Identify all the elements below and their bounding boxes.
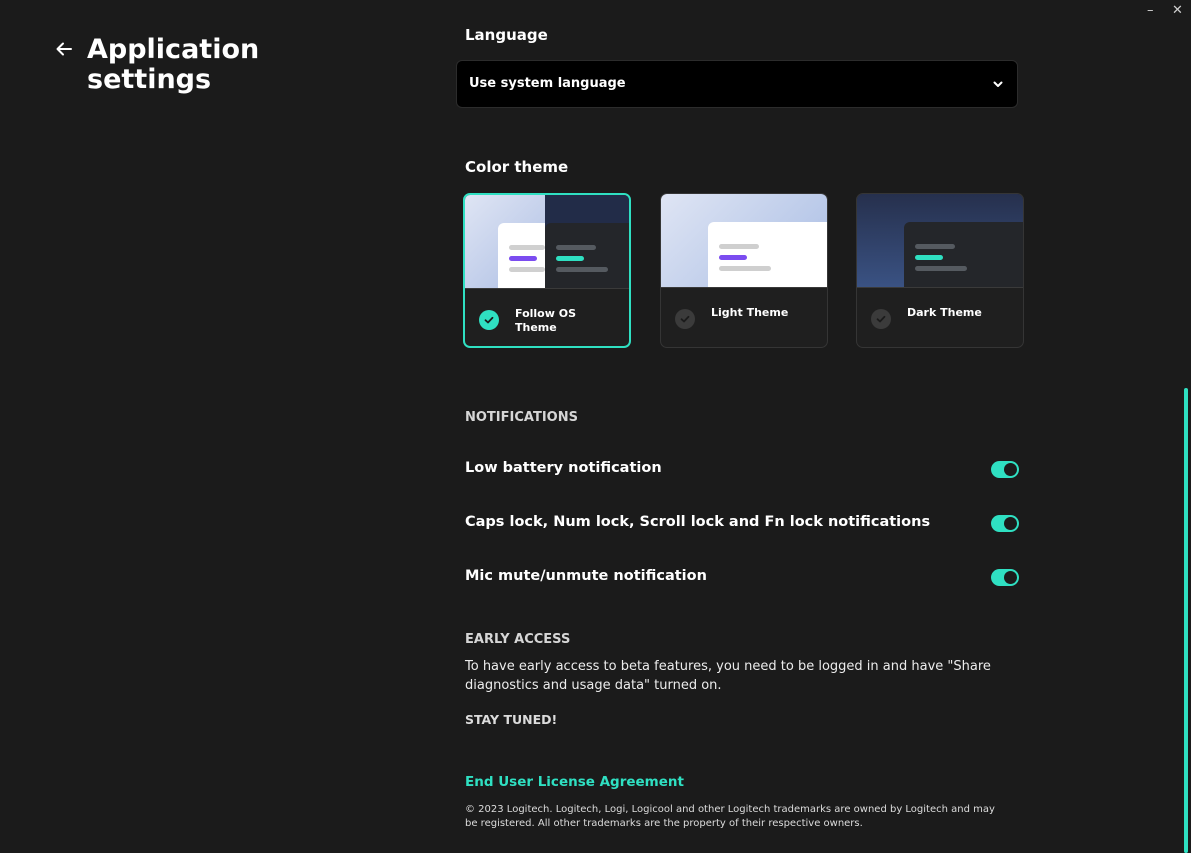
radio-dark — [871, 309, 891, 329]
language-select-value: Use system language — [469, 76, 626, 91]
language-label: Language — [465, 26, 548, 44]
copyright-text: © 2023 Logitech. Logitech, Logi, Logicoo… — [465, 804, 995, 829]
page-title: Application settings — [87, 34, 260, 95]
theme-label-dark: Dark Theme — [907, 306, 982, 319]
eula-link[interactable]: End User License Agreement — [465, 774, 684, 790]
low-battery-toggle[interactable] — [991, 461, 1019, 478]
chevron-down-icon — [993, 81, 1003, 87]
early-access-heading: EARLY ACCESS — [465, 632, 571, 647]
scrollbar[interactable] — [1184, 388, 1188, 853]
theme-card-dark[interactable]: Dark Theme — [856, 193, 1024, 348]
toggle-knob — [1004, 571, 1017, 584]
toggle-knob — [1004, 517, 1017, 530]
theme-preview-light — [661, 194, 827, 287]
back-button[interactable] — [54, 39, 74, 59]
radio-light — [675, 309, 695, 329]
theme-label-follow-os: Follow OS Theme — [515, 307, 576, 334]
theme-label-light: Light Theme — [711, 306, 789, 319]
toggle-knob — [1004, 463, 1017, 476]
language-select[interactable]: Use system language — [456, 60, 1018, 108]
theme-card-follow-os[interactable]: Follow OS Theme — [463, 193, 631, 348]
low-battery-label: Low battery notification — [465, 460, 662, 476]
theme-preview-dark — [857, 194, 1023, 287]
stay-tuned-text: STAY TUNED! — [465, 712, 558, 727]
minimize-button[interactable]: – — [1147, 4, 1154, 18]
checkmark-icon — [876, 315, 886, 323]
close-button[interactable]: ✕ — [1172, 4, 1183, 18]
color-theme-label: Color theme — [465, 158, 569, 176]
checkmark-icon — [680, 315, 690, 323]
radio-follow-os — [479, 310, 499, 330]
notifications-heading: NOTIFICATIONS — [465, 410, 578, 425]
lock-keys-toggle[interactable] — [991, 515, 1019, 532]
checkmark-icon — [484, 316, 494, 324]
theme-preview-follow-os — [465, 195, 629, 288]
early-access-text: To have early access to beta features, y… — [465, 659, 991, 693]
theme-card-light[interactable]: Light Theme — [660, 193, 828, 348]
mic-mute-label: Mic mute/unmute notification — [465, 568, 707, 584]
arrow-left-icon — [56, 42, 72, 56]
mic-mute-toggle[interactable] — [991, 569, 1019, 586]
lock-keys-label: Caps lock, Num lock, Scroll lock and Fn … — [465, 514, 931, 530]
